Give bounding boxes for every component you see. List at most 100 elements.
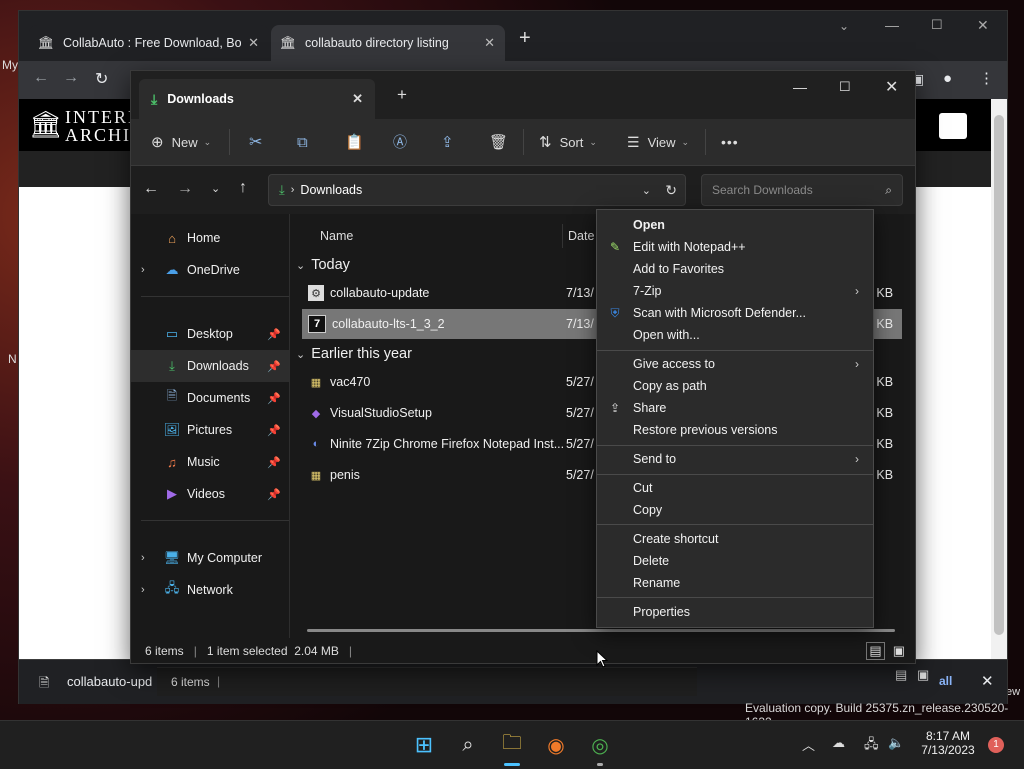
menu-item-delete[interactable]: Delete bbox=[597, 550, 873, 572]
paste-icon[interactable]: 📋 bbox=[345, 119, 364, 165]
maximize-icon[interactable]: ☐ bbox=[931, 17, 943, 33]
chrome-taskbar-icon[interactable]: ◎ bbox=[586, 731, 614, 759]
nav-item-videos[interactable]: ▶ Videos 📌 bbox=[131, 478, 289, 510]
group-header-earlier[interactable]: ⌄ Earlier this year bbox=[296, 341, 412, 367]
close-tab-icon[interactable]: ✕ bbox=[484, 35, 495, 51]
new-tab-button[interactable]: + bbox=[519, 27, 531, 50]
menu-item-share[interactable]: ⇪ Share bbox=[597, 397, 873, 419]
tiles-view-icon[interactable]: ▣ bbox=[893, 643, 905, 659]
browser-tab-directory[interactable]: 🏛 collabauto directory listing ✕ bbox=[271, 25, 505, 61]
menu-item-scan-defender[interactable]: ⛨ Scan with Microsoft Defender... bbox=[597, 302, 873, 324]
menu-item-edit-notepad[interactable]: ✎ Edit with Notepad++ bbox=[597, 236, 873, 258]
expand-chevron-icon[interactable]: › bbox=[141, 584, 145, 596]
up-icon[interactable]: ↑ bbox=[239, 179, 247, 197]
menu-item-copy[interactable]: Copy bbox=[597, 499, 873, 521]
onedrive-tray-icon[interactable]: ☁ bbox=[832, 735, 845, 751]
start-button[interactable]: ⊞ bbox=[410, 731, 438, 759]
delete-icon[interactable]: 🗑 bbox=[489, 119, 508, 165]
menu-item-open[interactable]: Open bbox=[597, 214, 873, 236]
menu-item-send-to[interactable]: Send to › bbox=[597, 448, 873, 470]
address-dropdown-icon[interactable]: ⌄ bbox=[642, 184, 651, 197]
browser-tab-collabauto[interactable]: 🏛 CollabAuto : Free Download, Bor ✕ bbox=[29, 25, 269, 61]
background-tiles-view-icon[interactable]: ▣ bbox=[917, 667, 929, 683]
nav-item-music[interactable]: ♫ Music 📌 bbox=[131, 446, 289, 478]
menu-item-add-favorites[interactable]: Add to Favorites bbox=[597, 258, 873, 280]
close-download-bar-icon[interactable]: ✕ bbox=[981, 672, 994, 690]
recent-locations-icon[interactable]: ⌄ bbox=[211, 182, 220, 195]
firefox-taskbar-icon[interactable]: ◉ bbox=[542, 731, 570, 759]
nav-item-home[interactable]: ⌂ Home bbox=[131, 222, 289, 254]
expand-chevron-icon[interactable]: › bbox=[141, 552, 145, 564]
nav-item-desktop[interactable]: ▭ Desktop 📌 bbox=[131, 318, 289, 350]
page-scrollbar[interactable] bbox=[991, 99, 1007, 703]
close-window-icon[interactable]: ✕ bbox=[977, 17, 989, 34]
background-details-view-icon[interactable]: ▤ bbox=[895, 667, 907, 683]
copy-icon[interactable]: ⧉ bbox=[297, 119, 308, 165]
forward-icon[interactable]: → bbox=[63, 69, 79, 87]
menu-item-give-access[interactable]: Give access to › bbox=[597, 353, 873, 375]
menu-item-7zip[interactable]: 7-Zip › bbox=[597, 280, 873, 302]
minimize-icon[interactable]: — bbox=[885, 17, 899, 33]
network-tray-icon[interactable]: 🖧 bbox=[864, 735, 879, 757]
cut-icon[interactable]: ✂ bbox=[249, 119, 262, 165]
archive-search-button[interactable] bbox=[939, 113, 967, 139]
profile-icon[interactable]: ● bbox=[943, 70, 952, 87]
address-bar[interactable]: ⤓ › Downloads ⌄ ↻ bbox=[268, 174, 686, 206]
nav-item-onedrive[interactable]: › ☁ OneDrive bbox=[131, 254, 289, 286]
nav-item-network[interactable]: › 🖧 Network bbox=[131, 574, 289, 606]
pin-icon[interactable]: 📌 bbox=[267, 488, 281, 501]
chrome-dropdown-icon[interactable]: ⌄ bbox=[839, 19, 849, 33]
rename-icon[interactable]: Ⓐ bbox=[393, 119, 407, 165]
sort-button[interactable]: ⇅ Sort ⌄ bbox=[539, 119, 597, 165]
maximize-icon[interactable]: ☐ bbox=[839, 79, 851, 95]
horizontal-scrollbar[interactable] bbox=[307, 629, 895, 632]
share-icon[interactable]: ⇪ bbox=[441, 119, 454, 165]
refresh-icon[interactable]: ↻ bbox=[665, 182, 677, 199]
nav-item-my-computer[interactable]: › 🖥 My Computer bbox=[131, 542, 289, 574]
download-item-name[interactable]: collabauto-upd bbox=[67, 674, 152, 689]
background-status-count: 6 items bbox=[171, 675, 210, 689]
menu-item-rename[interactable]: Rename bbox=[597, 572, 873, 594]
pin-icon[interactable]: 📌 bbox=[267, 328, 281, 341]
nav-item-pictures[interactable]: 🖼 Pictures 📌 bbox=[131, 414, 289, 446]
nav-item-documents[interactable]: 🗎 Documents 📌 bbox=[131, 382, 289, 414]
search-input[interactable]: Search Downloads ⌕ bbox=[701, 174, 903, 206]
reload-icon[interactable]: ↻ bbox=[95, 69, 108, 89]
close-tab-icon[interactable]: ✕ bbox=[248, 35, 259, 51]
minimize-icon[interactable]: — bbox=[793, 79, 807, 95]
breadcrumb-downloads[interactable]: Downloads bbox=[300, 183, 362, 197]
clock[interactable]: 8:17 AM 7/13/2023 bbox=[916, 729, 980, 757]
nav-item-downloads[interactable]: ⤓ Downloads 📌 bbox=[131, 350, 289, 382]
menu-item-open-with[interactable]: Open with... bbox=[597, 324, 873, 346]
pin-icon[interactable]: 📌 bbox=[267, 392, 281, 405]
menu-item-properties[interactable]: Properties bbox=[597, 601, 873, 623]
scrollbar-thumb[interactable] bbox=[994, 115, 1004, 635]
back-icon[interactable]: ← bbox=[143, 180, 159, 198]
show-hidden-icons-icon[interactable]: ︿ bbox=[802, 735, 815, 754]
more-options-button[interactable]: ••• bbox=[721, 119, 739, 165]
chevron-down-icon: ⌄ bbox=[589, 136, 597, 147]
forward-icon[interactable]: → bbox=[177, 180, 193, 198]
close-tab-icon[interactable]: ✕ bbox=[352, 91, 363, 107]
volume-icon[interactable]: 🔈 bbox=[888, 735, 904, 751]
new-button[interactable]: ⊕ New ⌄ bbox=[151, 119, 211, 165]
details-view-icon[interactable]: ▤ bbox=[866, 641, 885, 660]
pin-icon[interactable]: 📌 bbox=[267, 424, 281, 437]
view-button[interactable]: ☰ View ⌄ bbox=[627, 119, 689, 165]
file-explorer-taskbar-icon[interactable]: 🗀 bbox=[498, 731, 526, 759]
explorer-tab-downloads[interactable]: ⤓ Downloads ✕ bbox=[139, 79, 375, 119]
search-icon[interactable]: ⌕ bbox=[454, 731, 482, 759]
pin-icon[interactable]: 📌 bbox=[267, 456, 281, 469]
notification-badge[interactable]: 1 bbox=[988, 737, 1004, 753]
pin-icon[interactable]: 📌 bbox=[267, 360, 281, 373]
menu-item-create-shortcut[interactable]: Create shortcut bbox=[597, 528, 873, 550]
back-icon[interactable]: ← bbox=[33, 69, 49, 87]
menu-icon[interactable]: ⋮ bbox=[979, 69, 994, 87]
expand-chevron-icon[interactable]: › bbox=[141, 264, 145, 276]
new-tab-button[interactable]: + bbox=[397, 85, 407, 105]
menu-item-cut[interactable]: Cut bbox=[597, 477, 873, 499]
menu-item-copy-as-path[interactable]: Copy as path bbox=[597, 375, 873, 397]
close-window-icon[interactable]: ✕ bbox=[885, 77, 898, 97]
show-all-downloads[interactable]: all bbox=[939, 674, 952, 688]
menu-item-restore-previous[interactable]: Restore previous versions bbox=[597, 419, 873, 441]
